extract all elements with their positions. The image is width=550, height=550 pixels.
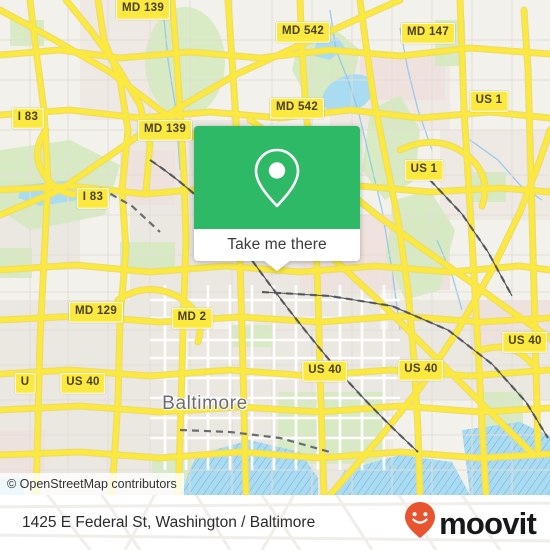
map-attribution[interactable]: © OpenStreetMap contributors (0, 473, 184, 495)
road-shield: MD 129 (68, 301, 124, 323)
moovit-smiley-pin-icon (403, 500, 437, 545)
road-shield: U (14, 372, 36, 394)
callout-header (194, 126, 360, 229)
road-shield: MD 139 (115, 0, 171, 20)
city-label-baltimore: Baltimore (162, 393, 248, 414)
moovit-wordmark: moovit (439, 506, 537, 541)
take-me-there-button[interactable]: Take me there (194, 229, 360, 261)
callout-pointer (263, 260, 291, 271)
map-pin-icon (251, 146, 303, 210)
map-canvas[interactable]: MD 139 MD 542 MD 147 US 1 MD 542 I 83 MD… (0, 0, 550, 495)
moovit-brand[interactable]: moovit (403, 495, 537, 550)
road-shield: US 1 (469, 90, 509, 112)
road-shield: MD 147 (400, 22, 456, 44)
road-shield: MD 2 (171, 307, 213, 329)
road-shield: MD 139 (137, 119, 193, 141)
road-shield: US 40 (302, 360, 348, 382)
road-shield: I 83 (76, 187, 110, 209)
road-shield: US 40 (60, 372, 106, 394)
road-shield: US 1 (404, 159, 444, 181)
road-shield: MD 542 (269, 97, 325, 119)
road-shield: US 40 (398, 359, 444, 381)
road-shield: MD 542 (275, 21, 331, 43)
destination-address: 1425 E Federal St, Washington / Baltimor… (22, 514, 316, 531)
road-shield: I 83 (11, 107, 45, 129)
road-shield: US 40 (502, 331, 548, 353)
moovit-map-screen: MD 139 MD 542 MD 147 US 1 MD 542 I 83 MD… (0, 0, 550, 550)
footer-bar: 1425 E Federal St, Washington / Baltimor… (0, 495, 550, 550)
destination-callout[interactable]: Take me there (194, 126, 360, 271)
